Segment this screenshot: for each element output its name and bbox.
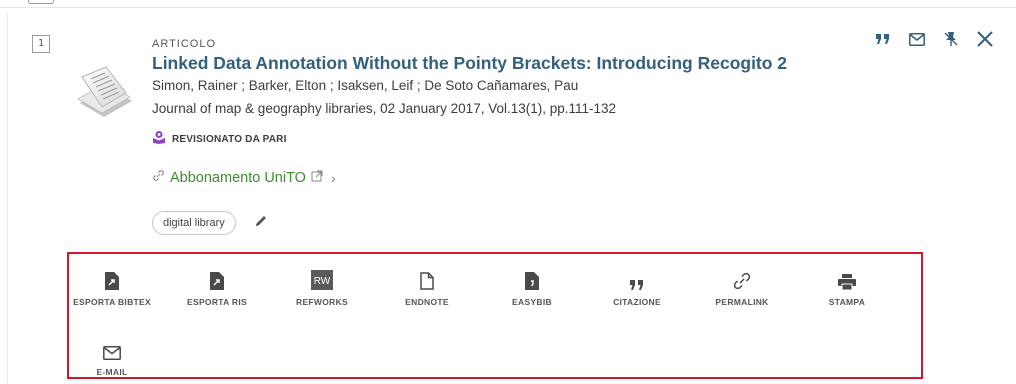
mail-icon[interactable] bbox=[900, 25, 934, 53]
external-link-icon bbox=[311, 170, 323, 186]
document-thumbnail-icon bbox=[74, 63, 136, 125]
action-esporta-bibtex[interactable]: ESPORTA BIBTEX bbox=[69, 268, 155, 308]
peer-reviewed-icon bbox=[152, 130, 166, 149]
action-label: EASYBIB bbox=[512, 297, 552, 307]
record-authors: Simon, Rainer ; Barker, Elton ; Isaksen,… bbox=[152, 78, 579, 93]
action-label: ESPORTA BIBTEX bbox=[73, 297, 151, 307]
action-citazione[interactable]: CITAZIONE bbox=[594, 268, 680, 308]
peer-reviewed-label: REVISIONATO DA PARI bbox=[172, 134, 287, 145]
access-link[interactable]: Abbonamento UniTO › bbox=[152, 169, 336, 186]
action-label: PERMALINK bbox=[715, 297, 769, 307]
tags-row: digital library bbox=[152, 211, 268, 235]
pin-icon[interactable] bbox=[934, 25, 968, 53]
export-ris-icon bbox=[210, 268, 224, 290]
close-icon[interactable] bbox=[968, 25, 1002, 53]
action-esporta-ris[interactable]: ESPORTA RIS bbox=[174, 268, 260, 308]
access-link-label[interactable]: Abbonamento UniTO bbox=[170, 170, 306, 186]
quote-icon[interactable] bbox=[866, 25, 900, 53]
previous-record-checkbox bbox=[28, 0, 54, 4]
chevron-right-icon: › bbox=[330, 169, 336, 186]
action-stampa[interactable]: STAMPA bbox=[804, 268, 890, 308]
action-permalink[interactable]: PERMALINK bbox=[699, 268, 785, 308]
record-top-actions bbox=[866, 25, 1002, 53]
action-label: REFWORKS bbox=[296, 297, 348, 307]
mail-icon bbox=[103, 338, 121, 360]
link-icon bbox=[152, 169, 165, 186]
result-index: 1 bbox=[32, 35, 50, 53]
tag-chip[interactable]: digital library bbox=[152, 211, 236, 235]
refworks-icon: RW bbox=[311, 268, 333, 290]
action-label: E-MAIL bbox=[96, 367, 128, 377]
actions-panel: ESPORTA BIBTEX ESPORTA RIS RW REFWORKS E… bbox=[67, 252, 923, 379]
previous-record-edge bbox=[0, 0, 1016, 8]
print-icon bbox=[838, 268, 856, 290]
action-label: ENDNOTE bbox=[405, 297, 449, 307]
record-type: ARTICOLO bbox=[152, 38, 217, 50]
action-label: STAMPA bbox=[828, 297, 866, 307]
quote-icon bbox=[630, 268, 644, 290]
action-refworks[interactable]: RW REFWORKS bbox=[279, 268, 365, 308]
action-email[interactable]: E-MAIL bbox=[69, 338, 155, 378]
easybib-icon bbox=[525, 268, 539, 290]
action-label: CITAZIONE bbox=[613, 297, 661, 307]
svg-text:RW: RW bbox=[314, 276, 331, 287]
action-easybib[interactable]: EASYBIB bbox=[489, 268, 575, 308]
record-source: Journal of map & geography libraries, 02… bbox=[152, 101, 617, 116]
link-icon bbox=[733, 268, 751, 290]
record-title-link[interactable]: Linked Data Annotation Without the Point… bbox=[152, 53, 787, 74]
endnote-icon bbox=[420, 268, 434, 290]
result-card: 1 ARTICOLO Linked Data Annotation Withou… bbox=[7, 13, 1016, 384]
action-label: ESPORTA RIS bbox=[187, 297, 247, 307]
edit-tags-pencil-icon[interactable] bbox=[254, 214, 268, 233]
export-bibtex-icon bbox=[105, 268, 119, 290]
action-endnote[interactable]: ENDNOTE bbox=[384, 268, 470, 308]
peer-reviewed-badge: REVISIONATO DA PARI bbox=[152, 130, 287, 149]
